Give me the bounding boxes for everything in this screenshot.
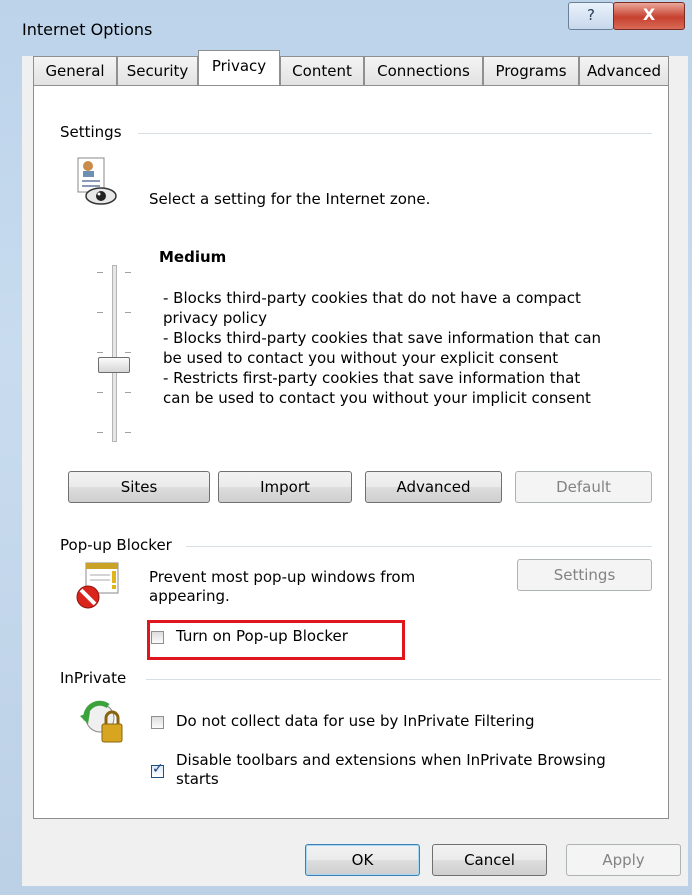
disable-toolbars-checkbox[interactable]: ✓ (151, 761, 164, 778)
inprivate-filtering-label[interactable]: Do not collect data for use by InPrivate… (176, 712, 534, 731)
default-button[interactable]: Default (515, 471, 652, 503)
level-line: - Restricts first-party cookies that sav… (163, 369, 581, 387)
internet-options-window: Internet Options ? X General Security Pr… (0, 0, 692, 895)
privacy-level-slider-thumb[interactable] (98, 357, 130, 373)
inprivate-divider (146, 679, 661, 680)
import-button[interactable]: Import (218, 471, 352, 503)
dialog-client-area: General Security Privacy Content Connect… (22, 50, 688, 886)
slider-tick (97, 272, 103, 273)
slider-tick (125, 312, 131, 313)
privacy-level-slider-track[interactable] (112, 265, 117, 442)
cancel-button[interactable]: Cancel (432, 844, 547, 876)
advanced-button[interactable]: Advanced (365, 471, 502, 503)
tab-programs[interactable]: Programs (483, 56, 579, 85)
inprivate-filtering-checkbox[interactable] (151, 716, 164, 729)
tab-content[interactable]: Content (280, 56, 364, 85)
disable-toolbars-label[interactable]: Disable toolbars and extensions when InP… (176, 751, 606, 789)
level-line: - Blocks third-party cookies that save i… (163, 329, 602, 347)
tab-general[interactable]: General (33, 56, 117, 85)
disable-toolbars-line: starts (176, 770, 219, 788)
slider-tick (125, 392, 131, 393)
inprivate-lock-icon (78, 698, 128, 748)
ok-button[interactable]: OK (305, 844, 420, 876)
help-button[interactable]: ? (568, 2, 614, 30)
apply-button[interactable]: Apply (566, 844, 681, 876)
slider-tick (97, 352, 103, 353)
popup-blocker-divider (186, 546, 652, 547)
level-line: be used to contact you without your expl… (163, 349, 559, 367)
level-line: can be used to contact you without your … (163, 389, 591, 407)
popup-blocker-description: Prevent most pop-up windows from appeari… (149, 568, 415, 606)
level-line: - Blocks third-party cookies that do not… (163, 289, 581, 307)
disable-toolbars-line: Disable toolbars and extensions when InP… (176, 751, 606, 769)
slider-tick (97, 312, 103, 313)
slider-tick (125, 432, 131, 433)
privacy-level-title: Medium (159, 248, 227, 266)
level-line: privacy policy (163, 309, 267, 327)
title-bar[interactable]: Internet Options ? X (0, 0, 692, 39)
tab-advanced[interactable]: Advanced (579, 56, 669, 85)
settings-group-label: Settings (60, 123, 128, 141)
settings-group-divider (138, 133, 652, 134)
slider-tick (125, 272, 131, 273)
popup-blocked-icon (74, 561, 124, 611)
tab-connections[interactable]: Connections (364, 56, 483, 85)
sites-button[interactable]: Sites (68, 471, 210, 503)
privacy-eye-icon (74, 156, 117, 206)
popup-description-line: appearing. (149, 587, 230, 605)
popup-blocker-group-label: Pop-up Blocker (60, 536, 178, 554)
checkmark-icon: ✓ (152, 761, 164, 777)
slider-tick (97, 392, 103, 393)
privacy-level-description: - Blocks third-party cookies that do not… (163, 288, 643, 408)
tab-privacy[interactable]: Privacy (198, 50, 280, 85)
close-button[interactable]: X (613, 2, 685, 30)
popup-settings-button[interactable]: Settings (517, 559, 652, 591)
window-title: Internet Options (22, 20, 153, 39)
popup-description-line: Prevent most pop-up windows from (149, 568, 416, 586)
inprivate-group-label: InPrivate (60, 669, 133, 687)
slider-tick (97, 432, 103, 433)
privacy-tab-panel: Settings Select a setting for the Intern… (33, 85, 669, 819)
zone-description: Select a setting for the Internet zone. (149, 190, 431, 208)
tab-security[interactable]: Security (117, 56, 198, 85)
highlight-box (147, 620, 405, 660)
slider-tick (125, 352, 131, 353)
